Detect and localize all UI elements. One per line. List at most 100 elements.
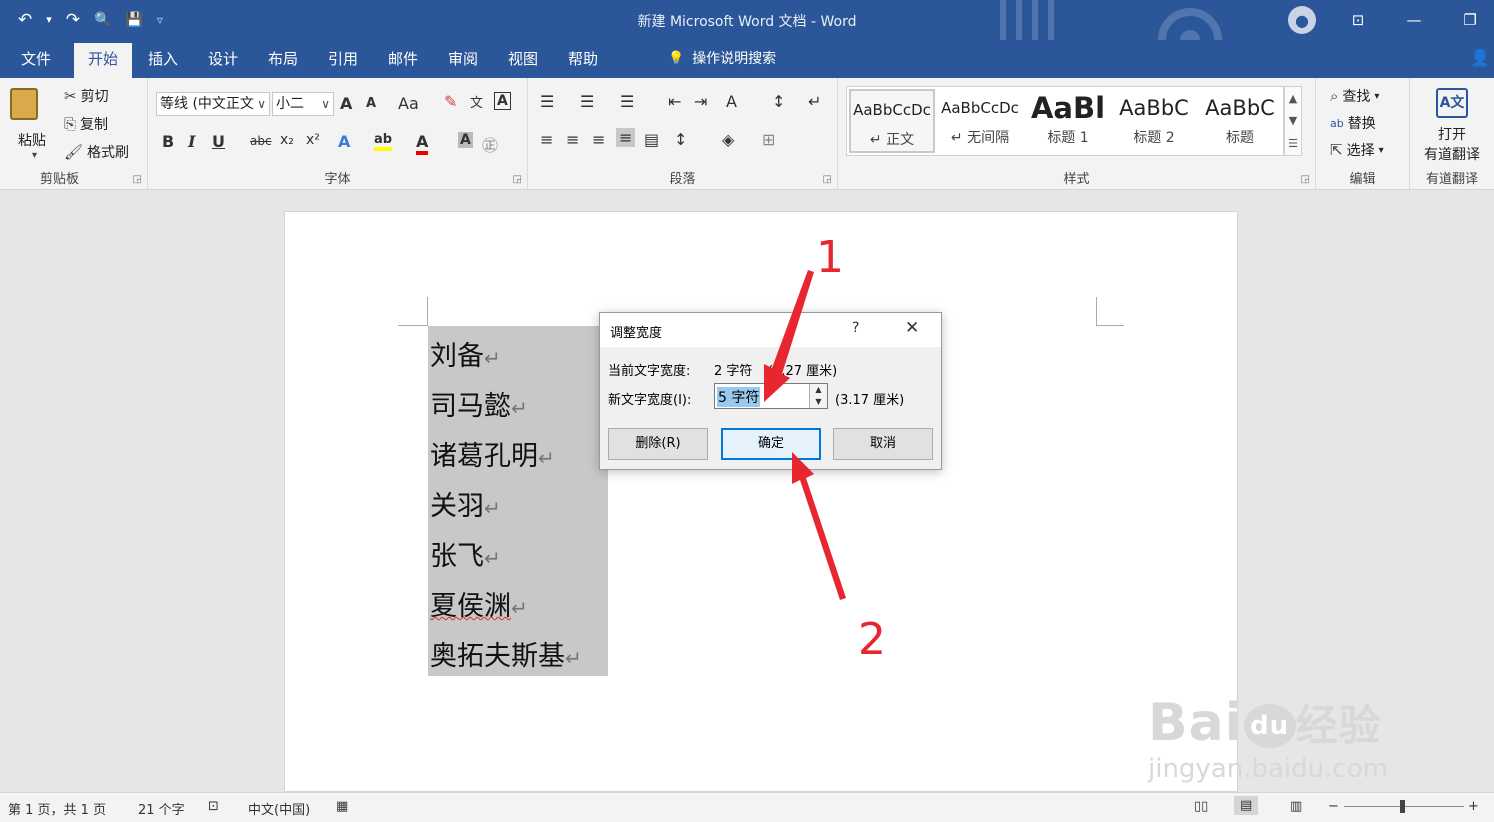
clipboard-dialog-launcher-icon[interactable]: ◲ [133, 174, 142, 185]
shrink-font-button[interactable]: A [366, 96, 376, 111]
cut-button[interactable]: ✂ 剪切 [64, 86, 109, 106]
style-normal[interactable]: AaBbCcDc ↵ 正文 [849, 89, 935, 153]
spin-down-icon[interactable]: ▼ [809, 396, 827, 408]
paste-button[interactable]: 粘贴 ▾ [4, 84, 56, 168]
web-layout-icon[interactable]: ▥ [1290, 799, 1302, 814]
tab-help[interactable]: 帮助 [560, 40, 606, 78]
tab-layout[interactable]: 布局 [260, 40, 306, 78]
highlight-icon[interactable]: ab [374, 132, 393, 151]
underline-button[interactable]: U [212, 132, 225, 151]
align-right-icon[interactable]: ≡ [592, 130, 605, 149]
zoom-slider-thumb[interactable] [1400, 800, 1405, 813]
character-shading-icon[interactable]: A [458, 132, 473, 148]
language[interactable]: 中文(中国) [248, 799, 310, 818]
bold-button[interactable]: B [162, 132, 174, 151]
tab-mailings[interactable]: 邮件 [380, 40, 426, 78]
read-mode-icon[interactable]: ▯▯ [1194, 799, 1208, 814]
page-count[interactable]: 第 1 页，共 1 页 [8, 799, 106, 818]
cancel-button[interactable]: 取消 [833, 428, 933, 460]
youdao-open-label[interactable]: 打开 [1410, 124, 1494, 144]
borders-icon[interactable]: ⊞ [762, 130, 775, 149]
chevron-up-icon[interactable]: ▲ [1289, 92, 1297, 105]
align-left-icon[interactable]: ≡ [540, 130, 553, 149]
document-line[interactable]: 张飞↵ [430, 534, 501, 573]
youdao-translate-label[interactable]: 有道翻译 [1410, 144, 1494, 164]
word-count[interactable]: 21 个字 [138, 799, 185, 818]
text-effects-icon[interactable]: A [338, 132, 350, 151]
superscript-button[interactable]: x² [306, 132, 320, 148]
share-icon[interactable]: 👤 [1470, 48, 1490, 67]
ok-button[interactable]: 确定 [721, 428, 821, 460]
format-painter-button[interactable]: 🖌 格式刷 [64, 142, 129, 162]
youdao-translate-icon[interactable]: A文 [1436, 88, 1468, 118]
align-center-icon[interactable]: ≡ [566, 130, 579, 149]
phonetic-guide-icon[interactable]: 文 [470, 92, 483, 111]
document-line[interactable]: 关羽↵ [430, 484, 501, 523]
document-line[interactable]: 夏侯渊↵ [430, 584, 528, 623]
zoom-in-button[interactable]: + [1468, 799, 1479, 814]
italic-button[interactable]: I [188, 132, 195, 151]
restore-icon[interactable]: ❐ [1456, 6, 1484, 34]
copy-button[interactable]: ⎘ 复制 [64, 114, 108, 134]
show-marks-icon[interactable]: ↵ [808, 92, 821, 111]
tab-insert[interactable]: 插入 [140, 40, 186, 78]
character-border-icon[interactable]: A [494, 92, 511, 110]
increase-indent-icon[interactable]: ⇥ [694, 92, 707, 111]
document-line[interactable]: 诸葛孔明↵ [430, 434, 555, 473]
tell-me-search[interactable]: 💡 操作说明搜索 [668, 40, 776, 78]
style-no-spacing[interactable]: AaBbCcDc ↵ 无间隔 [937, 89, 1023, 153]
tab-review[interactable]: 审阅 [440, 40, 486, 78]
tab-design[interactable]: 设计 [200, 40, 246, 78]
zoom-out-button[interactable]: − [1328, 799, 1339, 814]
style-heading-1[interactable]: AaBl 标题 1 [1025, 89, 1111, 153]
tab-file[interactable]: 文件 [12, 40, 60, 78]
document-line[interactable]: 司马懿↵ [430, 384, 528, 423]
change-case-button[interactable]: Aa [398, 94, 419, 113]
document-line[interactable]: 刘备↵ [430, 334, 501, 373]
document-line[interactable]: 奥拓夫斯基↵ [430, 634, 582, 673]
more-styles-icon[interactable]: ☰ [1288, 137, 1298, 150]
account-avatar-icon[interactable]: ● [1288, 6, 1316, 34]
replace-button[interactable]: ab 替换 [1330, 113, 1376, 133]
font-dialog-launcher-icon[interactable]: ◲ [513, 174, 522, 185]
sort-icon[interactable]: ↕ [772, 92, 785, 111]
close-icon[interactable]: ✕ [905, 318, 919, 338]
print-layout-icon[interactable]: ▤ [1234, 796, 1259, 815]
macro-record-icon[interactable]: ⊡ [208, 799, 219, 814]
grow-font-button[interactable]: A [340, 94, 352, 113]
font-name-combo[interactable]: 等线 (中文正文 ∨ [156, 92, 270, 116]
accessibility-icon[interactable]: ▦ [336, 799, 348, 814]
tab-view[interactable]: 视图 [500, 40, 546, 78]
numbering-icon[interactable]: ☰ [580, 92, 594, 111]
subscript-button[interactable]: x₂ [280, 132, 294, 148]
justify-icon[interactable]: ≡ [616, 128, 636, 147]
line-spacing-icon[interactable]: ↕ [674, 130, 687, 149]
spin-up-icon[interactable]: ▲ [809, 384, 827, 396]
clear-formatting-icon[interactable]: ✎ [444, 92, 457, 111]
distributed-icon[interactable]: ▤ [644, 130, 659, 149]
delete-button[interactable]: 删除(R) [608, 428, 708, 460]
new-width-spinner[interactable]: 5 字符 ▲ ▼ [714, 383, 828, 409]
paragraph-dialog-launcher-icon[interactable]: ◲ [823, 174, 832, 185]
tab-home[interactable]: 开始 [74, 43, 132, 78]
shading-icon[interactable]: ◈ [722, 130, 734, 149]
ribbon-display-options-icon[interactable]: ⊡ [1344, 6, 1372, 34]
decrease-indent-icon[interactable]: ⇤ [668, 92, 681, 111]
new-width-input[interactable]: 5 字符 [717, 387, 761, 407]
style-title[interactable]: AaBbC 标题 [1197, 89, 1283, 153]
minimize-icon[interactable]: — [1400, 6, 1428, 34]
bullets-icon[interactable]: ☰ [540, 92, 554, 111]
font-color-icon[interactable]: A [416, 132, 429, 155]
chevron-down-icon[interactable]: ▼ [1289, 114, 1297, 127]
help-button[interactable]: ? [852, 320, 859, 336]
enclose-characters-icon[interactable]: ㊣ [482, 132, 498, 156]
multilevel-list-icon[interactable]: ☰ [620, 92, 634, 111]
find-button[interactable]: ⌕ 查找 ▾ [1330, 86, 1379, 106]
font-size-combo[interactable]: 小二 ∨ [272, 92, 334, 116]
style-heading-2[interactable]: AaBbC 标题 2 [1111, 89, 1197, 153]
asian-layout-icon[interactable]: A [726, 92, 737, 111]
tab-references[interactable]: 引用 [320, 40, 366, 78]
select-button[interactable]: ⇱ 选择 ▾ [1330, 140, 1384, 160]
strikethrough-button[interactable]: abc [250, 134, 272, 148]
styles-dialog-launcher-icon[interactable]: ◲ [1301, 174, 1310, 185]
